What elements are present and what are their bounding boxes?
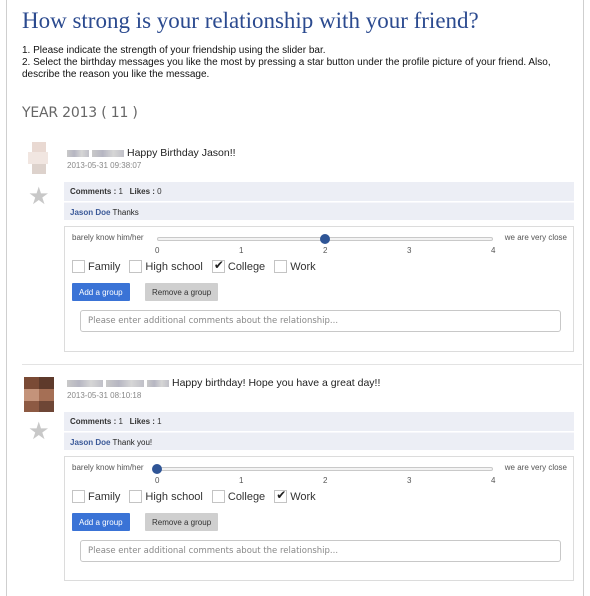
comments-bar: Comments : 1 Likes : 0 bbox=[64, 182, 574, 201]
group-college[interactable]: College bbox=[211, 258, 266, 273]
group-checkboxes: Family High school College Work bbox=[72, 258, 325, 273]
add-group-button[interactable]: Add a group bbox=[72, 513, 130, 531]
star-icon[interactable]: ★ bbox=[28, 185, 50, 209]
relationship-panel: barely know him/her 0 1 2 3 4 we are ver… bbox=[64, 226, 574, 352]
avatar bbox=[24, 377, 54, 412]
group-family[interactable]: Family bbox=[72, 260, 120, 273]
slider-tick: 0 bbox=[155, 476, 160, 485]
group-high-school[interactable]: High school bbox=[129, 260, 203, 273]
post-timestamp: 2013-05-31 09:38:07 bbox=[67, 161, 142, 170]
page-title: How strong is your relationship with you… bbox=[22, 8, 479, 33]
likes-label: Likes : bbox=[129, 187, 155, 196]
slider-tick: 1 bbox=[239, 476, 244, 485]
relationship-panel: barely know him/her 0 1 2 3 4 we are ver… bbox=[64, 456, 574, 581]
blurred-name bbox=[92, 149, 124, 157]
group-label: Work bbox=[290, 260, 316, 273]
slider-tick: 3 bbox=[407, 246, 412, 255]
friendship-slider[interactable]: barely know him/her 0 1 2 3 4 we are ver… bbox=[65, 457, 573, 487]
post-timestamp: 2013-05-31 08:10:18 bbox=[67, 391, 142, 400]
reply-author[interactable]: Jason Doe bbox=[70, 208, 110, 217]
comments-label: Comments : bbox=[70, 187, 117, 196]
group-label: Work bbox=[290, 490, 316, 503]
slider-knob[interactable] bbox=[152, 464, 162, 474]
reply-row: Jason Doe Thanks bbox=[64, 202, 574, 220]
avatar bbox=[24, 142, 54, 176]
checkbox[interactable] bbox=[211, 258, 225, 273]
reply-text: Thanks bbox=[112, 208, 139, 217]
instruction-1: 1. Please indicate the strength of your … bbox=[22, 45, 326, 56]
year-heading: YEAR 2013 ( 11 ) bbox=[22, 105, 138, 121]
post-header: Happy Birthday Jason!! bbox=[67, 147, 236, 159]
post-header: Happy birthday! Hope you have a great da… bbox=[67, 377, 380, 389]
comments-count: 1 bbox=[118, 417, 123, 426]
slider-tick: 1 bbox=[239, 246, 244, 255]
likes-count: 0 bbox=[157, 187, 162, 196]
slider-track[interactable] bbox=[157, 467, 493, 471]
post-divider bbox=[22, 364, 582, 365]
comments-label: Comments : bbox=[70, 417, 117, 426]
reply-text: Thank you! bbox=[112, 438, 153, 447]
slider-left-label: barely know him/her bbox=[72, 463, 144, 472]
checkbox[interactable] bbox=[129, 490, 143, 503]
comments-bar: Comments : 1 Likes : 1 bbox=[64, 412, 574, 431]
checkbox[interactable] bbox=[72, 490, 85, 503]
slider-tick: 3 bbox=[407, 476, 412, 485]
reply-row: Jason Doe Thank you! bbox=[64, 432, 574, 450]
slider-right-label: we are very close bbox=[504, 463, 567, 472]
group-label: Family bbox=[88, 260, 121, 273]
likes-count: 1 bbox=[157, 417, 162, 426]
group-high-school[interactable]: High school bbox=[129, 490, 203, 503]
relationship-comment-input[interactable]: Please enter additional comments about t… bbox=[80, 540, 561, 562]
post-message: Happy Birthday Jason!! bbox=[127, 147, 236, 159]
likes-label: Likes : bbox=[129, 417, 155, 426]
blurred-name bbox=[67, 149, 89, 157]
checkbox[interactable] bbox=[274, 488, 288, 503]
group-work[interactable]: Work bbox=[274, 260, 316, 273]
blurred-name bbox=[106, 379, 144, 387]
group-label: College bbox=[227, 490, 266, 503]
post-message: Happy birthday! Hope you have a great da… bbox=[172, 377, 381, 389]
group-label: Family bbox=[88, 490, 121, 503]
slider-right-label: we are very close bbox=[504, 233, 567, 242]
group-work[interactable]: Work bbox=[274, 488, 316, 503]
group-checkboxes: Family High school College Work bbox=[72, 488, 325, 503]
relationship-comment-input[interactable]: Please enter additional comments about t… bbox=[80, 310, 561, 332]
group-label: College bbox=[227, 260, 266, 273]
remove-group-button[interactable]: Remove a group bbox=[145, 283, 219, 301]
friendship-slider[interactable]: barely know him/her 0 1 2 3 4 we are ver… bbox=[65, 227, 573, 257]
slider-knob[interactable] bbox=[320, 234, 330, 244]
slider-tick: 4 bbox=[491, 246, 496, 255]
checkbox[interactable] bbox=[129, 260, 143, 273]
group-label: High school bbox=[145, 260, 203, 273]
group-label: High school bbox=[145, 490, 203, 503]
group-college[interactable]: College bbox=[211, 490, 266, 503]
reply-author[interactable]: Jason Doe bbox=[70, 438, 110, 447]
remove-group-button[interactable]: Remove a group bbox=[145, 513, 219, 531]
add-group-button[interactable]: Add a group bbox=[72, 283, 130, 301]
checkbox[interactable] bbox=[72, 260, 85, 273]
blurred-name bbox=[67, 379, 103, 387]
checkbox[interactable] bbox=[274, 260, 288, 273]
group-family[interactable]: Family bbox=[72, 490, 120, 503]
slider-tick: 2 bbox=[323, 476, 328, 485]
instruction-2: 2. Select the birthday messages you like… bbox=[22, 57, 551, 80]
slider-tick: 4 bbox=[491, 476, 496, 485]
instructions: 1. Please indicate the strength of your … bbox=[22, 45, 582, 81]
star-icon[interactable]: ★ bbox=[28, 420, 50, 444]
slider-tick: 0 bbox=[155, 246, 160, 255]
slider-left-label: barely know him/her bbox=[72, 233, 144, 242]
blurred-name bbox=[147, 379, 169, 387]
checkbox[interactable] bbox=[211, 490, 225, 503]
comments-count: 1 bbox=[118, 187, 123, 196]
slider-tick: 2 bbox=[323, 246, 328, 255]
